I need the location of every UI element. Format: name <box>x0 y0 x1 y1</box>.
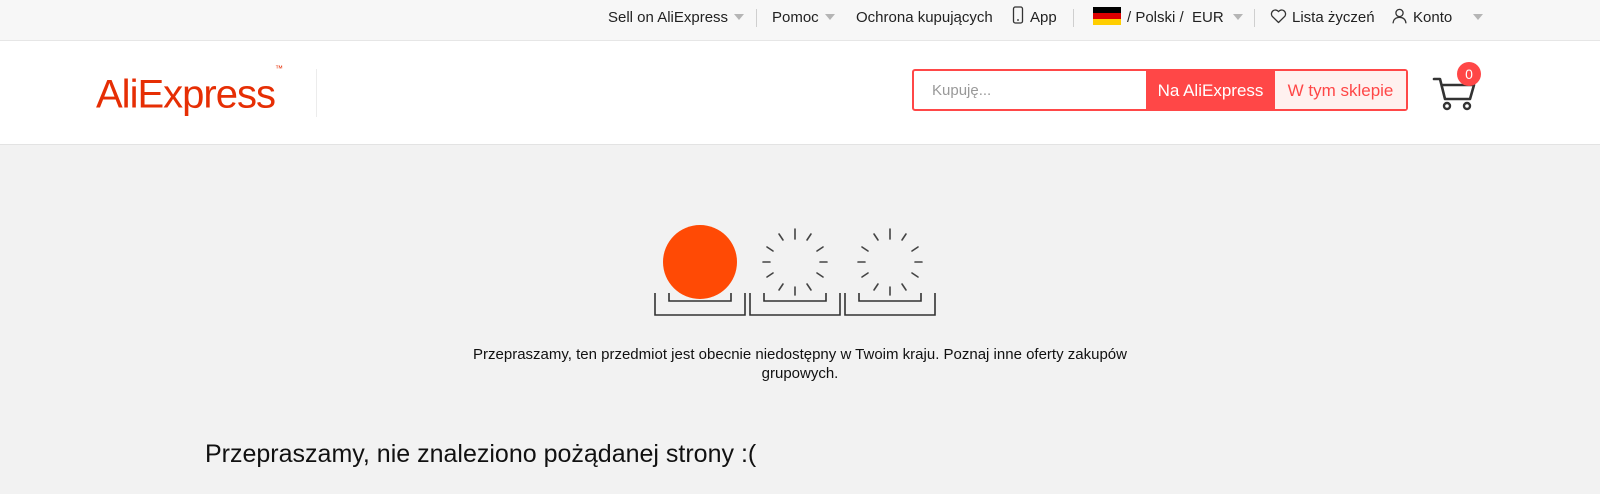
search-aliexpress-button[interactable]: Na AliExpress <box>1146 71 1275 109</box>
language-currency-selector[interactable]: / Polski / EUR <box>1093 0 1243 41</box>
account-label: Konto <box>1413 9 1453 26</box>
logo-trademark: ™ <box>274 64 283 73</box>
protection-label: Ochrona kupujących <box>856 9 993 26</box>
unavailable-message: Przepraszamy, ten przedmiot jest obecnie… <box>473 346 1127 382</box>
page-not-found-title: Przepraszamy, nie znaleziono pożądanej s… <box>205 440 757 468</box>
divider <box>1254 9 1255 27</box>
site-header: AliExpress™ Na AliExpress W tym sklepie … <box>0 41 1600 145</box>
sell-label: Sell on AliExpress <box>608 9 729 26</box>
sell-on-aliexpress-link[interactable]: Sell on AliExpress <box>608 0 745 41</box>
user-icon <box>1392 8 1407 24</box>
logo-text: AliExpress <box>96 72 276 117</box>
wishlist-link[interactable]: Lista życzeń <box>1270 0 1375 41</box>
account-menu[interactable]: Konto <box>1392 0 1452 41</box>
heart-icon <box>1270 8 1287 23</box>
help-menu[interactable]: Pomoc <box>772 0 835 41</box>
top-bar: Sell on AliExpress Pomoc Ochrona kupując… <box>0 0 1600 41</box>
phone-icon <box>1012 6 1024 24</box>
app-link[interactable]: App <box>1012 0 1057 41</box>
app-label: App <box>1030 9 1057 26</box>
german-flag-icon <box>1093 7 1121 26</box>
caret-down-icon <box>1473 14 1483 21</box>
divider <box>756 9 757 27</box>
buyer-protection-link[interactable]: Ochrona kupujących <box>856 0 993 41</box>
search-in-store-button[interactable]: W tym sklepie <box>1275 71 1406 109</box>
caret-down-icon <box>824 14 835 21</box>
account-dropdown-toggle[interactable] <box>1473 0 1483 41</box>
search-bar: Na AliExpress W tym sklepie <box>912 69 1408 111</box>
cart-count-badge: 0 <box>1457 62 1481 86</box>
caret-down-icon <box>1232 14 1243 21</box>
unavailable-illustration <box>654 225 936 316</box>
aliexpress-logo[interactable]: AliExpress™ <box>96 64 283 117</box>
wishlist-label: Lista życzeń <box>1292 9 1375 26</box>
divider <box>1073 9 1074 27</box>
language-label: / Polski / <box>1127 9 1184 26</box>
currency-label: EUR <box>1192 9 1224 26</box>
help-label: Pomoc <box>772 9 819 26</box>
search-input[interactable] <box>914 71 1146 109</box>
logo-divider <box>316 69 317 117</box>
caret-down-icon <box>734 14 745 21</box>
